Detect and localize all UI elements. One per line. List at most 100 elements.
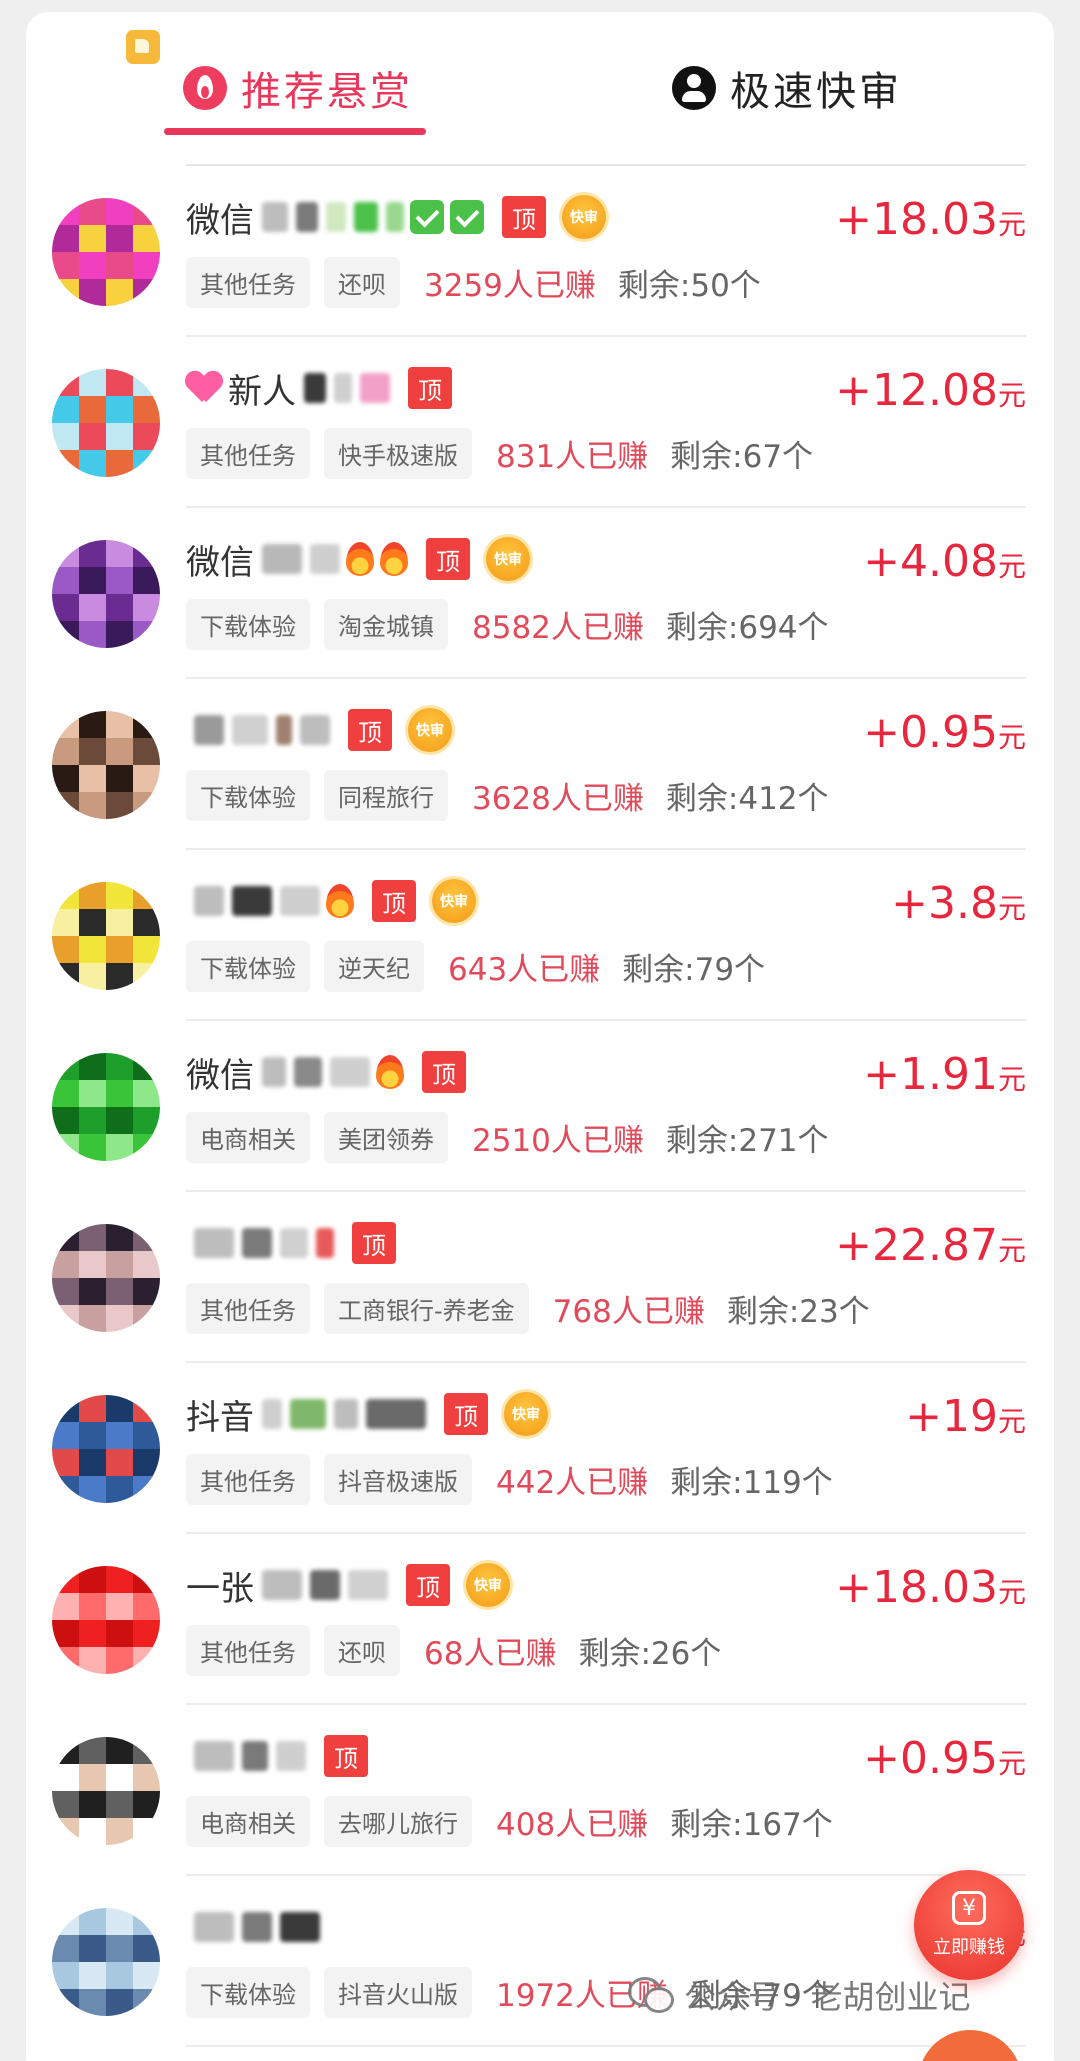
earned-number: 68人 xyxy=(424,1635,495,1672)
earned-number: 831人 xyxy=(496,438,587,475)
remaining-count: 剩余:50个 xyxy=(617,267,761,304)
task-row[interactable]: 顶其他任务 工商银行-养老金 768人已赚 剩余:23个 +22.87元 xyxy=(0,1192,1080,1363)
tab-recommended[interactable]: 推荐悬赏 xyxy=(183,58,413,118)
yen-icon: ¥ xyxy=(952,1891,986,1925)
redacted-text xyxy=(262,544,302,574)
earned-count: 2510人已赚 xyxy=(472,1115,644,1160)
reward-unit: 元 xyxy=(997,1234,1026,1267)
redacted-text xyxy=(294,1057,322,1087)
reward-amount: +4.08元 xyxy=(863,536,1026,587)
redacted-text xyxy=(366,1399,426,1429)
task-meta: 电商相关 美团领券 2510人已赚 剩余:271个 xyxy=(186,1111,829,1163)
redacted-text xyxy=(232,715,268,745)
reward-amount: +1.91元 xyxy=(863,1049,1026,1100)
redacted-text xyxy=(194,715,224,745)
redacted-text xyxy=(360,373,390,403)
tab-label: 推荐悬赏 xyxy=(241,69,413,115)
fast-review-badge: 快审 xyxy=(432,879,476,923)
fire-icon xyxy=(326,884,354,918)
task-row[interactable]: 微信 顶电商相关 美团领券 2510人已赚 剩余:271个 +1.91元 xyxy=(0,1021,1080,1192)
earned-count: 3259人已赚 xyxy=(424,260,596,305)
redacted-text xyxy=(296,202,318,232)
earned-number: 408人 xyxy=(496,1806,587,1843)
task-row[interactable]: 顶快审 下载体验 逆天纪 643人已赚 剩余:79个 +3.8元 xyxy=(0,850,1080,1021)
pinned-badge: 顶 xyxy=(348,709,392,751)
earned-count: 8582人已赚 xyxy=(472,602,644,647)
fire-icon xyxy=(346,542,374,576)
earned-suffix: 已赚 xyxy=(586,1464,649,1501)
redacted-text xyxy=(280,1912,320,1942)
task-title-line: 微信 顶 xyxy=(186,1047,466,1097)
task-tag: 其他任务 xyxy=(186,427,310,479)
reward-unit: 元 xyxy=(997,1747,1026,1780)
task-tag: 同程旅行 xyxy=(324,769,448,821)
reward-value: +12.08 xyxy=(835,365,998,416)
earned-number: 442人 xyxy=(496,1464,587,1501)
reward-value: +18.03 xyxy=(835,1562,998,1613)
task-title: 微信 xyxy=(186,1055,254,1096)
task-avatar xyxy=(52,369,160,477)
pinned-badge: 顶 xyxy=(426,538,470,580)
task-title-line: 新人 顶 xyxy=(186,363,452,413)
task-tag: 下载体验 xyxy=(186,940,310,992)
task-row[interactable]: 抖音 顶快审 其他任务 抖音极速版 442人已赚 剩余:119个 +19元 xyxy=(0,1363,1080,1534)
pinned-badge: 顶 xyxy=(406,1564,450,1606)
task-avatar xyxy=(52,711,160,819)
remaining-count: 剩余:167个 xyxy=(670,1806,833,1843)
task-title-line: 微信 顶快审 xyxy=(186,534,530,584)
task-meta: 下载体验 淘金城镇 8582人已赚 剩余:694个 xyxy=(186,598,829,650)
remaining-count: 剩余:694个 xyxy=(665,609,829,646)
tab-label: 极速快审 xyxy=(730,69,902,115)
pinned-badge: 顶 xyxy=(444,1393,488,1435)
task-row[interactable]: 顶快审 下载体验 同程旅行 3628人已赚 剩余:412个 +0.95元 xyxy=(0,679,1080,850)
fast-review-badge: 快审 xyxy=(408,708,452,752)
task-meta: 其他任务 快手极速版 831人已赚 剩余:67个 xyxy=(186,427,813,479)
earned-suffix: 已赚 xyxy=(533,267,596,304)
earned-suffix: 已赚 xyxy=(581,609,644,646)
tab-fast-review[interactable]: 极速快审 xyxy=(672,58,902,118)
earned-number: 8582人 xyxy=(472,609,582,646)
task-tag: 其他任务 xyxy=(186,256,310,308)
task-tag: 下载体验 xyxy=(186,598,310,650)
task-row[interactable]: 微信 顶快审 其他任务 还呗 3259人已赚 剩余:50个 +18.03元 xyxy=(0,166,1080,337)
task-row[interactable]: 一张 顶快审 其他任务 还呗 68人已赚 剩余:26个 +18.03元 xyxy=(0,1534,1080,1705)
task-meta: 下载体验 逆天纪 643人已赚 剩余:79个 xyxy=(186,940,765,992)
pinned-badge: 顶 xyxy=(408,367,452,409)
redacted-text xyxy=(354,202,378,232)
task-avatar xyxy=(52,1908,160,2016)
task-tag: 其他任务 xyxy=(186,1282,310,1334)
task-avatar xyxy=(52,1737,160,1845)
redacted-text xyxy=(262,1570,302,1600)
fire-icon xyxy=(376,1055,404,1089)
task-title: 微信 xyxy=(186,200,254,241)
task-row[interactable]: 顶电商相关 去哪儿旅行 408人已赚 剩余:167个 +0.95元 xyxy=(0,1705,1080,1876)
earn-now-button[interactable]: ¥ 立即赚钱 xyxy=(914,1870,1024,1980)
task-tag: 去哪儿旅行 xyxy=(324,1795,472,1847)
task-tag: 快手极速版 xyxy=(324,427,472,479)
reward-amount: +22.87元 xyxy=(835,1220,1026,1271)
task-row[interactable]: 新人 顶其他任务 快手极速版 831人已赚 剩余:67个 +12.08元 xyxy=(0,337,1080,508)
check-icon xyxy=(410,200,444,234)
reward-amount: +0.95元 xyxy=(863,1733,1026,1784)
redacted-text xyxy=(326,202,346,232)
redacted-text xyxy=(310,1570,340,1600)
fire-icon xyxy=(183,66,227,110)
earned-count: 643人已赚 xyxy=(448,944,600,989)
task-title-line: 顶快审 xyxy=(186,705,452,755)
task-title-line: 顶 xyxy=(186,1731,368,1781)
pinned-badge: 顶 xyxy=(324,1735,368,1777)
pinned-badge: 顶 xyxy=(372,880,416,922)
fast-review-badge: 快审 xyxy=(486,537,530,581)
reward-value: +22.87 xyxy=(835,1220,998,1271)
task-avatar xyxy=(52,1566,160,1674)
reward-unit: 元 xyxy=(997,550,1026,583)
task-title-line: 微信 顶快审 xyxy=(186,192,606,242)
reward-amount: +12.08元 xyxy=(835,365,1026,416)
redacted-text xyxy=(316,1228,334,1258)
task-tag: 下载体验 xyxy=(186,769,310,821)
task-tag: 逆天纪 xyxy=(324,940,424,992)
redacted-text xyxy=(330,1057,370,1087)
earned-count: 3628人已赚 xyxy=(472,773,644,818)
task-row[interactable]: 微信 顶快审下载体验 淘金城镇 8582人已赚 剩余:694个 +4.08元 xyxy=(0,508,1080,679)
earned-number: 643人 xyxy=(448,951,539,988)
